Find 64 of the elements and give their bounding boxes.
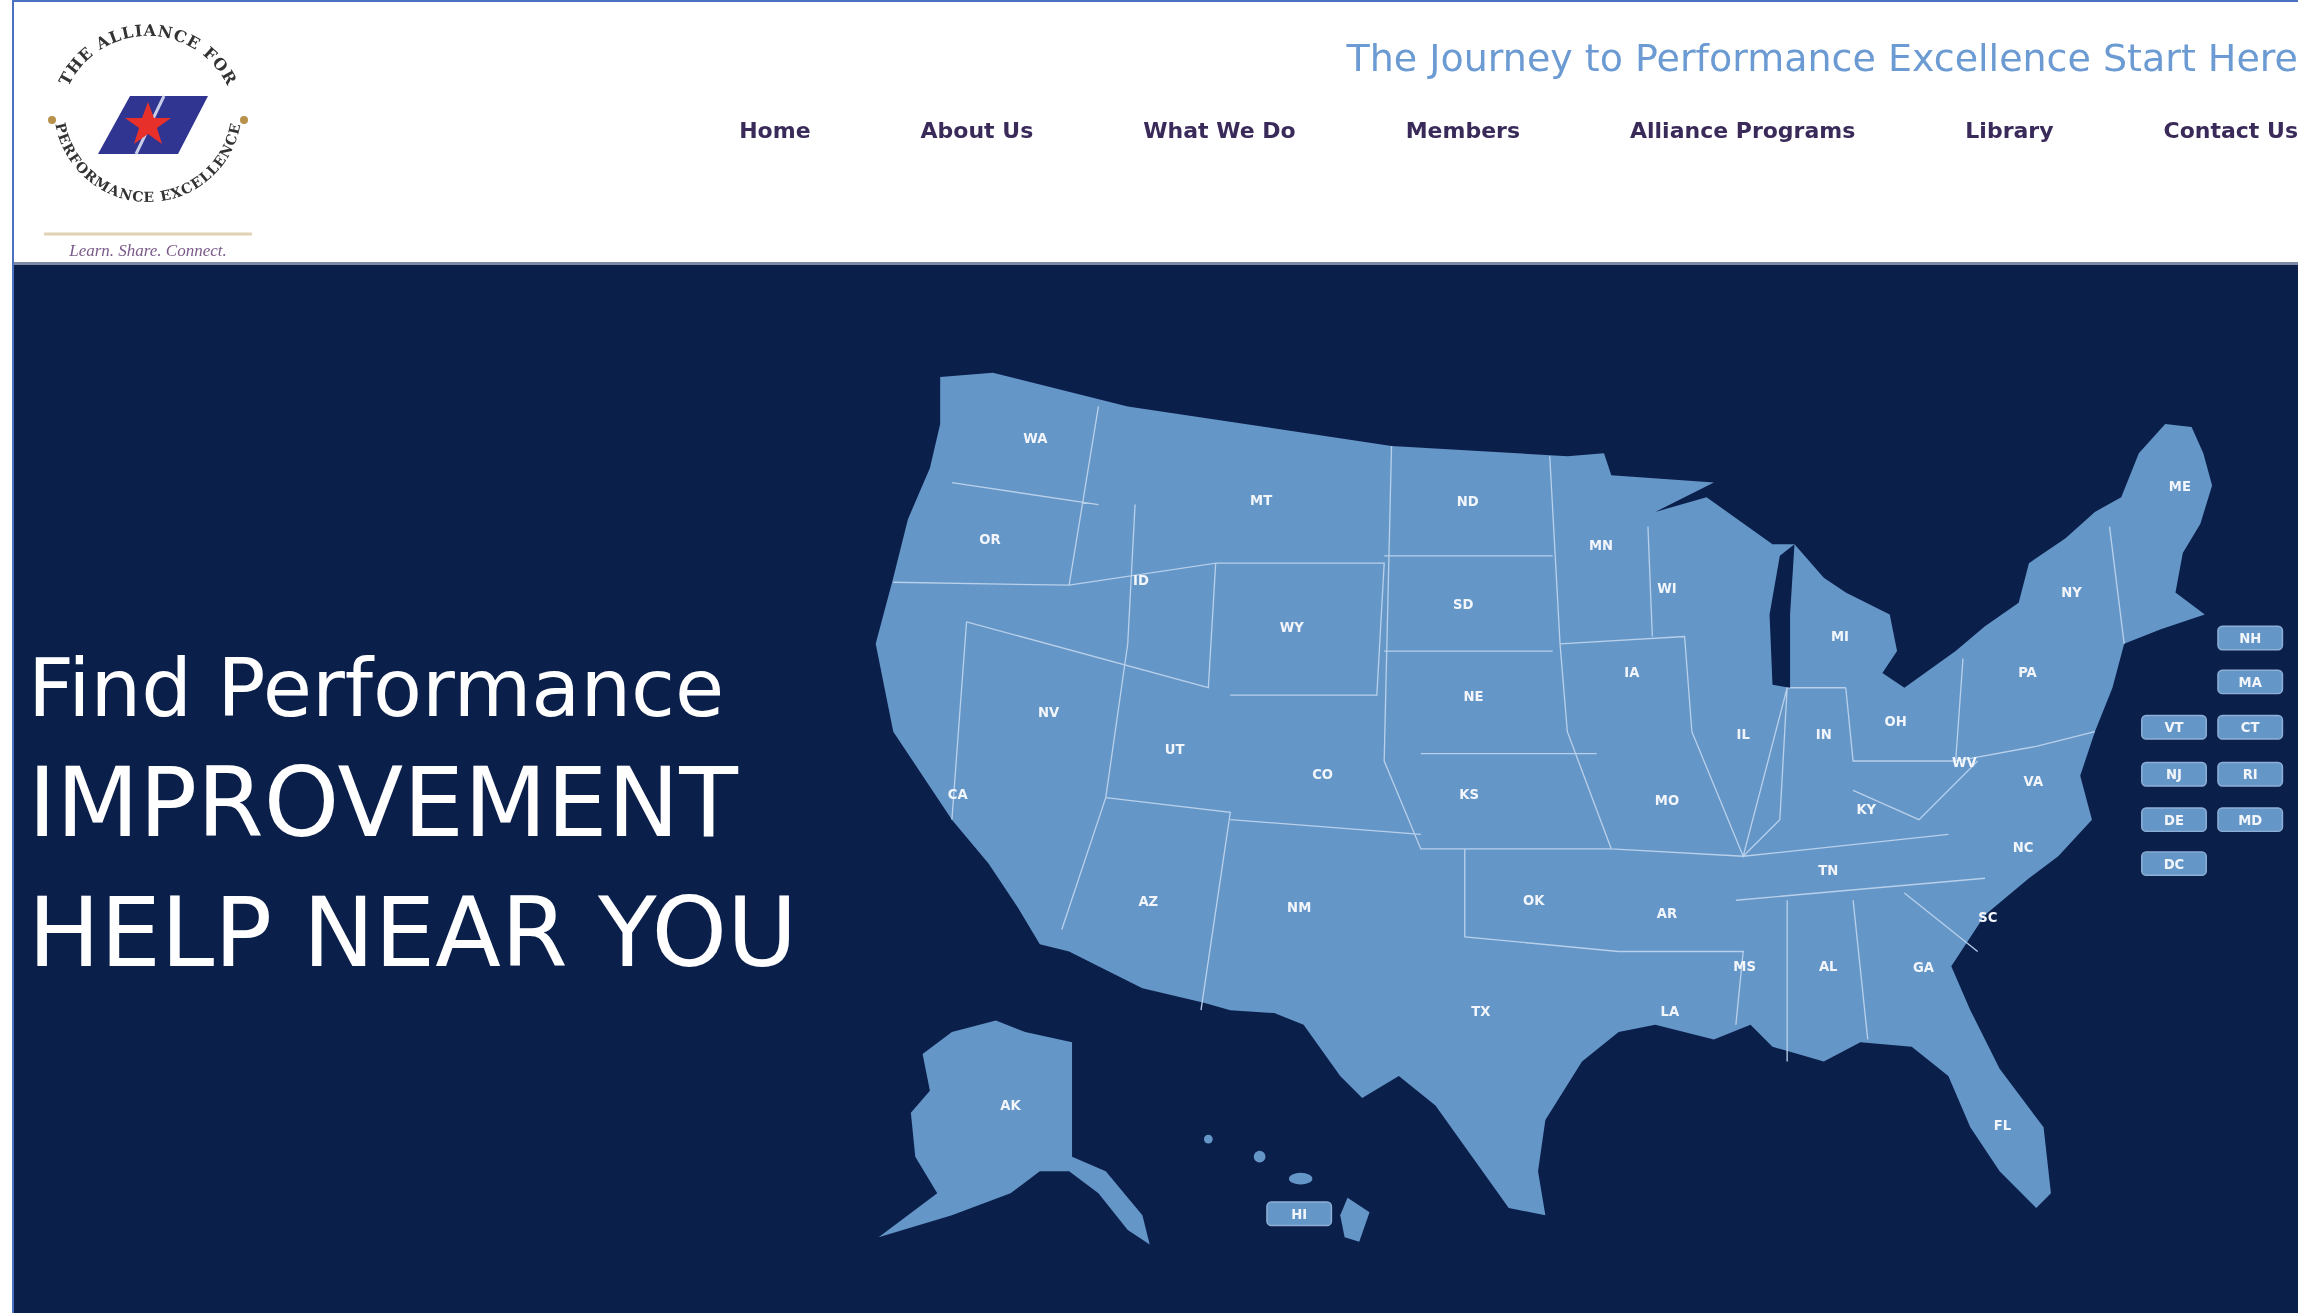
state-label: NE	[1463, 688, 1484, 704]
state-label: TN	[1818, 863, 1839, 879]
state-label: CA	[947, 787, 968, 803]
state-button[interactable]: DC	[2141, 851, 2207, 877]
state-label: WV	[1952, 754, 1977, 770]
nav-link[interactable]: About Us	[920, 118, 1034, 143]
nav-link[interactable]: Members	[1405, 118, 1520, 143]
us-map-drawing[interactable]	[875, 372, 2213, 1245]
state-label: MN	[1589, 538, 1614, 553]
state-label: SD	[1453, 596, 1474, 612]
state-label: KS	[1459, 787, 1479, 803]
state-label: AL	[1818, 958, 1838, 974]
nav-link[interactable]: Alliance Programs	[1630, 118, 1856, 143]
state-label: IL	[1736, 727, 1750, 743]
state-button[interactable]: MA	[2217, 669, 2284, 695]
state-label: OR	[979, 532, 1001, 548]
state-label: MS	[1733, 958, 1756, 974]
state-label: SC	[1978, 910, 1998, 926]
nav-link[interactable]: Contact Us	[2163, 118, 2298, 143]
nav-link[interactable]: Library	[1965, 118, 2054, 143]
state-label: VA	[2023, 773, 2044, 789]
state-button[interactable]: HI	[1266, 1201, 1333, 1227]
state-label: FL	[1993, 1118, 2012, 1134]
hero-heading: Find Performance	[28, 641, 726, 738]
state-label: UT	[1164, 741, 1185, 757]
state-label: AR	[1656, 905, 1678, 921]
nav-link[interactable]: Home	[739, 118, 811, 143]
state-button[interactable]: NH	[2217, 625, 2284, 651]
state-label: MT	[1250, 492, 1273, 508]
state-label: KY	[1856, 801, 1877, 817]
state-label: LA	[1660, 1004, 1680, 1019]
hero-heading: IMPROVEMENT	[28, 746, 740, 862]
state-label: WI	[1657, 580, 1677, 596]
state-label: MO	[1654, 793, 1680, 808]
state-label: OK	[1522, 892, 1545, 908]
state-label: GA	[1912, 960, 1934, 976]
state-label: ND	[1456, 494, 1479, 510]
state-label: MI	[1830, 628, 1849, 644]
state-button[interactable]: DE	[2141, 807, 2207, 833]
hero-heading: HELP NEAR YOU	[28, 876, 799, 991]
state-label: NV	[1038, 705, 1060, 721]
island-drawing[interactable]	[1340, 1197, 1370, 1242]
state-button[interactable]: NJ	[2141, 761, 2207, 787]
state-label: IN	[1815, 727, 1832, 743]
site-tagline: The Journey to Performance Excellence Start Here	[1346, 36, 2298, 80]
state-label: ID	[1133, 573, 1149, 589]
state-label: CO	[1312, 766, 1334, 782]
state-label: NC	[2012, 839, 2034, 855]
nav-link[interactable]: What We Do	[1143, 118, 1296, 143]
state-label: IA	[1624, 665, 1640, 681]
state-label: WA	[1023, 431, 1048, 447]
state-button[interactable]: RI	[2217, 761, 2284, 787]
state-label: AK	[1000, 1097, 1021, 1113]
state-label: OH	[1884, 713, 1907, 729]
state-button[interactable]: VT	[2141, 714, 2207, 740]
state-label: ME	[2168, 479, 2191, 495]
state-label: NY	[2061, 584, 2082, 600]
state-label: TX	[1471, 1004, 1491, 1019]
state-label: PA	[2018, 665, 2037, 681]
state-button[interactable]: MD	[2217, 807, 2284, 833]
state-label: NM	[1287, 899, 1312, 915]
state-button[interactable]: CT	[2217, 714, 2284, 740]
state-label: WY	[1279, 620, 1304, 636]
state-label: AZ	[1138, 894, 1159, 910]
